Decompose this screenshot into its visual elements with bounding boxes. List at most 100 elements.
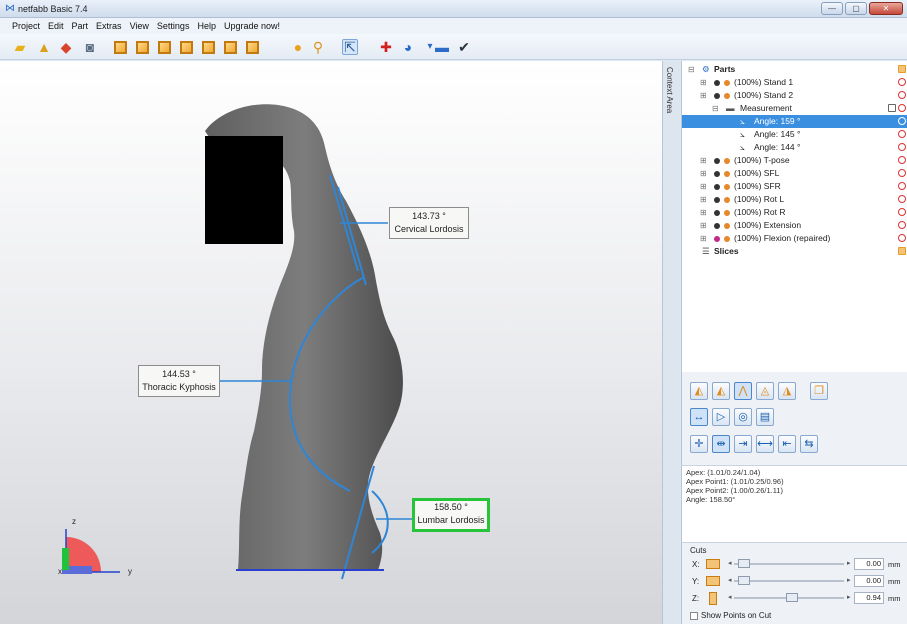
- collapse-icon[interactable]: ⊟: [688, 63, 695, 76]
- remove-part-icon[interactable]: [898, 195, 906, 203]
- camera-icon[interactable]: ◙: [82, 39, 98, 55]
- lock-icon[interactable]: [888, 104, 896, 112]
- snap-edge-icon[interactable]: ⇹: [712, 435, 730, 453]
- remove-part-icon[interactable]: [898, 117, 906, 125]
- tree-row-flexion[interactable]: ⊞ (100%) Flexion (repaired): [682, 232, 907, 245]
- tree-row-sfl[interactable]: ⊞ (100%) SFL: [682, 167, 907, 180]
- collapse-icon[interactable]: ⊟: [712, 102, 719, 115]
- lumbar-annotation[interactable]: 158.50 ° Lumbar Lordosis: [412, 498, 490, 532]
- folder-action-icon[interactable]: [898, 65, 906, 73]
- visibility-dot-icon[interactable]: [714, 158, 720, 164]
- visibility-dot-icon[interactable]: [714, 197, 720, 203]
- view-iso-cube-icon[interactable]: [244, 39, 260, 55]
- remove-part-icon[interactable]: [898, 104, 906, 112]
- sphere-icon[interactable]: ●: [290, 39, 306, 55]
- show-points-checkbox[interactable]: [690, 611, 698, 620]
- remove-part-icon[interactable]: [898, 78, 906, 86]
- remove-part-icon[interactable]: [898, 156, 906, 164]
- visibility-dot-icon[interactable]: [714, 93, 720, 99]
- thoracic-annotation[interactable]: 144.53 ° Thoracic Kyphosis: [138, 365, 220, 397]
- angle-tool-1-icon[interactable]: ◭: [690, 382, 708, 400]
- visibility-dot-icon[interactable]: [714, 223, 720, 229]
- menu-edit[interactable]: Edit: [48, 21, 64, 31]
- angle-mode-icon[interactable]: ▷: [712, 408, 730, 426]
- tree-row-rotl[interactable]: ⊞ (100%) Rot L: [682, 193, 907, 206]
- menu-project[interactable]: Project: [12, 21, 40, 31]
- view-back-cube-icon[interactable]: [134, 39, 150, 55]
- view-top-cube-icon[interactable]: [200, 39, 216, 55]
- view-left-cube-icon[interactable]: [156, 39, 172, 55]
- tree-row-extension[interactable]: ⊞ (100%) Extension: [682, 219, 907, 232]
- menu-upgrade[interactable]: Upgrade now!: [224, 21, 280, 31]
- menu-settings[interactable]: Settings: [157, 21, 190, 31]
- menu-help[interactable]: Help: [197, 21, 216, 31]
- minus-icon[interactable]: ▬: [434, 39, 450, 55]
- 3d-viewport[interactable]: 143.73 ° Cervical Lordosis 144.53 ° Thor…: [0, 61, 662, 624]
- copy-tool-icon[interactable]: ❐: [810, 382, 828, 400]
- folder-action-icon[interactable]: [898, 247, 906, 255]
- select-pointer-icon[interactable]: ⇱: [342, 39, 358, 55]
- remove-part-icon[interactable]: [898, 143, 906, 151]
- view-front-cube-icon[interactable]: [112, 39, 128, 55]
- cut-slider-x-thumb[interactable]: [738, 559, 750, 568]
- cut-slider-x[interactable]: [734, 563, 844, 565]
- slider-right-arrow-icon[interactable]: ▸: [847, 576, 851, 584]
- view-bottom-cube-icon[interactable]: [222, 39, 238, 55]
- slider-right-arrow-icon[interactable]: ▸: [847, 559, 851, 567]
- remove-part-icon[interactable]: [898, 221, 906, 229]
- expand-icon[interactable]: ⊞: [700, 219, 707, 232]
- show-points-checkbox-row[interactable]: Show Points on Cut: [690, 611, 771, 620]
- shapes-icon[interactable]: ▲: [36, 39, 52, 55]
- cut-plane-y-icon[interactable]: [706, 576, 720, 586]
- tree-row-angle-145[interactable]: ⦣ Angle: 145 °: [682, 128, 907, 141]
- tree-row-stand2[interactable]: ⊞ (100%) Stand 2: [682, 89, 907, 102]
- cut-slider-y[interactable]: [734, 580, 844, 582]
- open-folder-icon[interactable]: ▰: [12, 39, 28, 55]
- expand-icon[interactable]: ⊞: [700, 193, 707, 206]
- zoom-icon[interactable]: ⚲: [310, 39, 326, 55]
- check-icon[interactable]: ✔: [456, 39, 472, 55]
- tree-row-angle-144[interactable]: ⦣ Angle: 144 °: [682, 141, 907, 154]
- snap-center-icon[interactable]: ⇆: [800, 435, 818, 453]
- angle-tool-3-icon[interactable]: ⋀: [734, 382, 752, 400]
- slider-left-arrow-icon[interactable]: ◂: [728, 576, 732, 584]
- menu-view[interactable]: View: [130, 21, 149, 31]
- maximize-button[interactable]: ▢: [845, 2, 867, 15]
- context-area-tab[interactable]: Context Area: [662, 61, 680, 624]
- remove-part-icon[interactable]: [898, 169, 906, 177]
- remove-part-icon[interactable]: [898, 130, 906, 138]
- remove-part-icon[interactable]: [898, 182, 906, 190]
- cut-value-z[interactable]: 0.94: [854, 592, 884, 604]
- cut-value-x[interactable]: 0.00: [854, 558, 884, 570]
- tree-row-parts[interactable]: ⊟ ⚙ Parts: [682, 63, 907, 76]
- tree-row-stand1[interactable]: ⊞ (100%) Stand 1: [682, 76, 907, 89]
- expand-icon[interactable]: ⊞: [700, 180, 707, 193]
- minimize-button[interactable]: —: [821, 2, 843, 15]
- snap-right-icon[interactable]: ⇤: [778, 435, 796, 453]
- tree-row-measurement[interactable]: ⊟ ▬ Measurement: [682, 102, 907, 115]
- slider-left-arrow-icon[interactable]: ◂: [728, 559, 732, 567]
- menu-extras[interactable]: Extras: [96, 21, 122, 31]
- close-button[interactable]: ✕: [869, 2, 903, 15]
- visibility-dot-icon[interactable]: [714, 210, 720, 216]
- cut-plane-x-icon[interactable]: [706, 559, 720, 569]
- expand-icon[interactable]: ⊞: [700, 76, 707, 89]
- expand-icon[interactable]: ⊞: [700, 206, 707, 219]
- label-tool-icon[interactable]: ▤: [756, 408, 774, 426]
- cut-plane-z-icon[interactable]: [709, 592, 717, 605]
- repair-ring-icon[interactable]: ◆: [58, 39, 74, 55]
- view-right-cube-icon[interactable]: [178, 39, 194, 55]
- slider-right-arrow-icon[interactable]: ▸: [847, 593, 851, 601]
- tree-row-angle-159[interactable]: ⦣ Angle: 159 °: [682, 115, 907, 128]
- cross-snap-icon[interactable]: ✛: [690, 435, 708, 453]
- repaired-dot-icon[interactable]: [714, 236, 720, 242]
- cut-slider-z-thumb[interactable]: [786, 593, 798, 602]
- angle-tool-4-icon[interactable]: ◬: [756, 382, 774, 400]
- visibility-dot-icon[interactable]: [714, 171, 720, 177]
- angle-tool-2-icon[interactable]: ◭: [712, 382, 730, 400]
- measure-icon[interactable]: ◕: [400, 39, 416, 55]
- expand-icon[interactable]: ⊞: [700, 89, 707, 102]
- angle-tool-5-icon[interactable]: ◮: [778, 382, 796, 400]
- cut-slider-y-thumb[interactable]: [738, 576, 750, 585]
- cut-value-y[interactable]: 0.00: [854, 575, 884, 587]
